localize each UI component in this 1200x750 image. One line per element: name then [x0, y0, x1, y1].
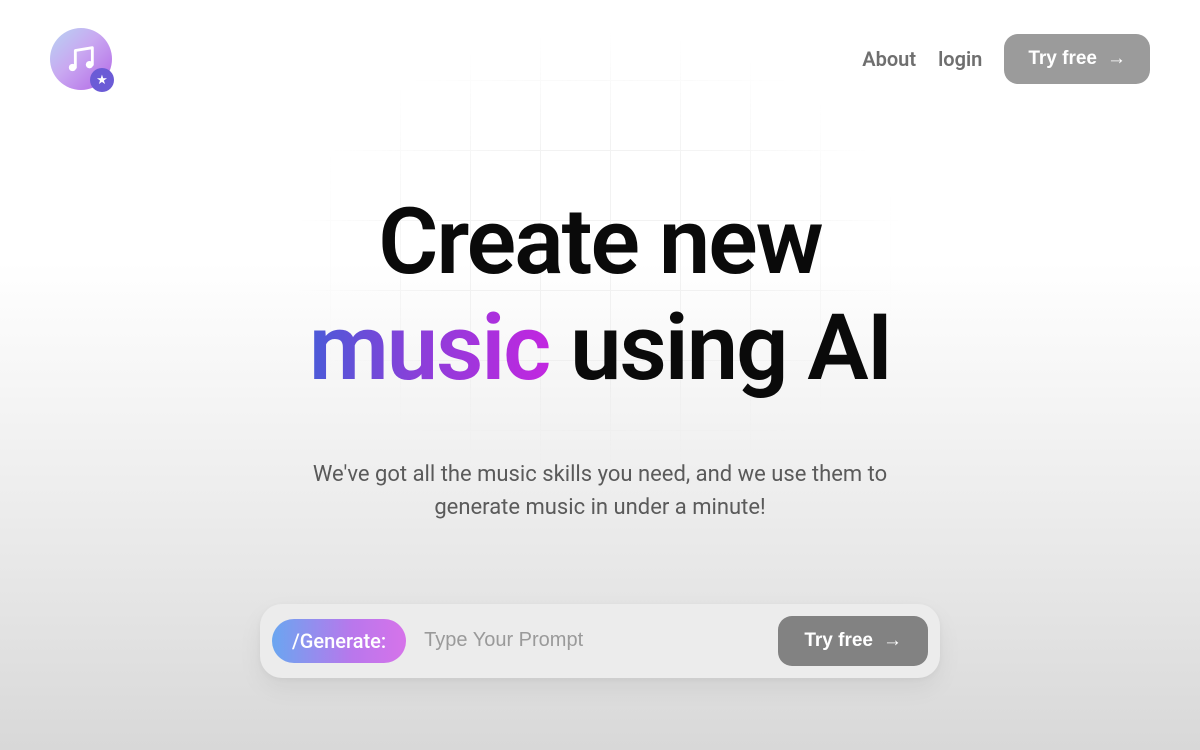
hero-title-line1: Create new [378, 189, 821, 296]
nav: About login Try free → [862, 34, 1150, 84]
generate-pill: /Generate: [272, 619, 406, 663]
star-icon: ★ [90, 68, 114, 92]
header: ★ About login Try free → [0, 0, 1200, 90]
prompt-bar: /Generate: Try free → [260, 604, 940, 678]
arrow-right-icon: → [1107, 48, 1126, 70]
prompt-cta-label: Try free [804, 630, 873, 652]
hero: Create new music using AI We've got all … [0, 190, 1200, 524]
prompt-input[interactable] [424, 629, 760, 652]
hero-title-rest: using AI [570, 295, 891, 402]
try-free-button[interactable]: Try free → [1004, 34, 1150, 84]
try-free-label: Try free [1028, 48, 1097, 70]
logo[interactable]: ★ [50, 28, 112, 90]
prompt-try-free-button[interactable]: Try free → [778, 616, 928, 666]
hero-title-accent: music [309, 295, 549, 402]
nav-about-link[interactable]: About [862, 47, 916, 71]
arrow-right-icon: → [883, 630, 902, 652]
hero-subtitle: We've got all the music skills you need,… [280, 458, 920, 524]
nav-login-link[interactable]: login [938, 47, 982, 71]
hero-title: Create new music using AI [0, 190, 1200, 402]
